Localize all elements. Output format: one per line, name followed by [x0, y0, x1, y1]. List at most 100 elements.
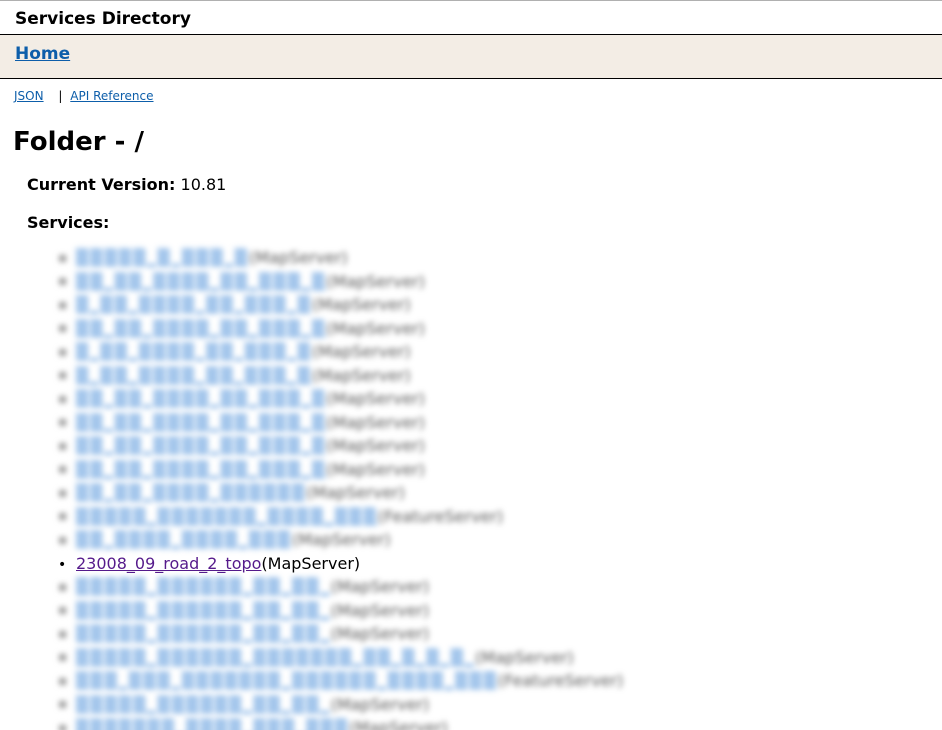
service-link[interactable]: ▒▒▒▒▒_▒▒▒▒▒▒▒_▒▒▒▒_▒▒▒ — [76, 507, 378, 526]
service-type: (MapServer) — [249, 248, 348, 268]
service-link[interactable]: ▒_▒▒_▒▒▒▒_▒▒_▒▒▒_▒ — [76, 342, 312, 361]
bullet-icon: ▪ — [58, 273, 68, 290]
redacted-service-entry: ▪ ▒▒_▒▒_▒▒▒▒_▒▒▒▒▒▒ (MapServer) — [58, 483, 405, 502]
bullet-icon: ▪ — [58, 719, 68, 730]
service-item: ▪ ▒▒_▒▒_▒▒▒▒_▒▒_▒▒▒_▒ (MapServer) — [58, 387, 942, 411]
service-link[interactable]: ▒_▒▒_▒▒▒▒_▒▒_▒▒▒_▒ — [76, 295, 312, 314]
service-item: ▪ ▒_▒▒_▒▒▒▒_▒▒_▒▒▒_▒ (MapServer) — [58, 340, 942, 364]
service-type: (FeatureServer) — [497, 671, 624, 691]
service-type: (MapServer) — [330, 624, 430, 644]
service-link[interactable]: ▒▒_▒▒_▒▒▒▒_▒▒_▒▒▒_▒ — [76, 413, 326, 432]
redacted-service-entry: ▪ ▒▒_▒▒▒▒_▒▒▒▒_▒▒▒ (MapServer) — [58, 530, 391, 549]
format-links: JSON | API Reference — [0, 79, 942, 103]
service-item: ▪ ▒_▒▒_▒▒▒▒_▒▒_▒▒▒_▒ (MapServer) — [58, 293, 942, 317]
bullet-icon: ▪ — [58, 249, 68, 266]
redacted-service-entry: ▪ ▒▒_▒▒_▒▒▒▒_▒▒_▒▒▒_▒ (MapServer) — [58, 272, 425, 291]
bullet-icon: • — [58, 556, 67, 573]
bullet-icon: ▪ — [58, 414, 68, 431]
current-version-label: Current Version: — [27, 175, 176, 194]
redacted-service-entry: ▪ ▒_▒▒_▒▒▒▒_▒▒_▒▒▒_▒ (MapServer) — [58, 366, 411, 385]
page-header-title: Services Directory — [15, 9, 191, 29]
service-item: ▪ ▒▒_▒▒_▒▒▒▒_▒▒▒▒▒▒ (MapServer) — [58, 481, 942, 505]
service-link[interactable]: ▒▒_▒▒_▒▒▒▒_▒▒_▒▒▒_▒ — [76, 272, 326, 291]
service-link[interactable]: ▒▒▒▒▒_▒_▒▒▒_▒ — [76, 248, 249, 267]
service-type: (MapServer) — [349, 718, 448, 730]
redacted-service-entry: ▪ ▒_▒▒_▒▒▒▒_▒▒_▒▒▒_▒ (MapServer) — [58, 342, 411, 361]
service-type: (MapServer) — [330, 600, 430, 620]
service-entry: • 23008_09_road_2_topo(MapServer) — [58, 554, 360, 573]
redacted-service-entry: ▪ ▒▒▒▒▒_▒▒▒▒▒▒_▒▒_▒▒_ (MapServer) — [58, 577, 429, 596]
service-link[interactable]: ▒▒_▒▒▒▒_▒▒▒▒_▒▒▒ — [76, 530, 292, 549]
page-title: Folder - / — [13, 127, 144, 157]
redacted-service-entry: ▪ ▒▒▒▒▒_▒_▒▒▒_▒ (MapServer) — [58, 248, 348, 267]
bullet-icon: ▪ — [58, 461, 68, 478]
service-item: ▪ ▒▒▒▒▒_▒▒▒▒▒▒_▒▒_▒▒_ (MapServer) — [58, 693, 942, 717]
service-type: (MapServer) — [330, 694, 430, 714]
redacted-service-entry: ▪ ▒▒▒_▒▒▒_▒▒▒▒▒▒▒_▒▒▒▒▒▒_▒▒▒▒_▒▒▒ (Feature… — [58, 671, 623, 690]
bullet-icon: ▪ — [58, 602, 68, 619]
service-item: ▪ ▒▒_▒▒_▒▒▒▒_▒▒_▒▒▒_▒ (MapServer) — [58, 270, 942, 294]
service-link[interactable]: ▒▒▒▒▒_▒▒▒▒▒▒_▒▒_▒▒_ — [76, 577, 331, 596]
service-link[interactable]: ▒▒▒_▒▒▒_▒▒▒▒▒▒▒_▒▒▒▒▒▒_▒▒▒▒_▒▒▒ — [76, 671, 498, 690]
service-link[interactable]: ▒▒_▒▒_▒▒▒▒_▒▒_▒▒▒_▒ — [76, 389, 326, 408]
json-link[interactable]: JSON — [14, 89, 44, 103]
bullet-icon: ▪ — [58, 320, 68, 337]
service-item: ▪ ▒▒_▒▒_▒▒▒▒_▒▒_▒▒▒_▒ (MapServer) — [58, 434, 942, 458]
bullet-icon: ▪ — [58, 649, 68, 666]
redacted-service-entry: ▪ ▒▒_▒▒_▒▒▒▒_▒▒_▒▒▒_▒ (MapServer) — [58, 413, 425, 432]
service-item: ▪ ▒▒▒▒▒_▒▒▒▒▒▒_▒▒_▒▒_ (MapServer) — [58, 575, 942, 599]
service-type: (MapServer) — [326, 389, 425, 409]
service-link[interactable]: ▒▒▒▒▒_▒▒▒▒▒▒_▒▒_▒▒_ — [76, 695, 331, 714]
service-type: (MapServer) — [311, 295, 411, 315]
service-item: ▪ ▒▒_▒▒▒▒_▒▒▒▒_▒▒▒ (MapServer) — [58, 528, 942, 552]
service-item: ▪ ▒_▒▒_▒▒▒▒_▒▒_▒▒▒_▒ (MapServer) — [58, 364, 942, 388]
service-link[interactable]: ▒▒_▒▒_▒▒▒▒_▒▒_▒▒▒_▒ — [76, 460, 326, 479]
service-type: (MapServer) — [306, 483, 405, 503]
bullet-icon: ▪ — [58, 343, 68, 360]
service-item: ▪ ▒▒▒▒▒_▒▒▒▒▒▒▒_▒▒▒▒_▒▒▒ (FeatureServer) — [58, 505, 942, 529]
service-link[interactable]: ▒▒_▒▒_▒▒▒▒_▒▒_▒▒▒_▒ — [76, 319, 326, 338]
bullet-icon: ▪ — [58, 390, 68, 407]
service-type: (MapServer) — [326, 436, 425, 456]
service-type: (MapServer) — [326, 412, 425, 432]
service-link[interactable]: ▒_▒▒_▒▒▒▒_▒▒_▒▒▒_▒ — [76, 366, 312, 385]
bullet-icon: ▪ — [58, 484, 68, 501]
service-type: (MapServer) — [311, 342, 411, 362]
service-type: (MapServer) — [326, 271, 425, 291]
service-item: • 23008_09_road_2_topo(MapServer) — [58, 552, 942, 576]
service-link[interactable]: ▒▒_▒▒_▒▒▒▒_▒▒_▒▒▒_▒ — [76, 436, 326, 455]
bullet-icon: ▪ — [58, 367, 68, 384]
service-item: ▪ ▒▒_▒▒_▒▒▒▒_▒▒_▒▒▒_▒ (MapServer) — [58, 317, 942, 341]
service-item: ▪ ▒▒_▒▒_▒▒▒▒_▒▒_▒▒▒_▒ (MapServer) — [58, 411, 942, 435]
redacted-service-entry: ▪ ▒▒_▒▒_▒▒▒▒_▒▒_▒▒▒_▒ (MapServer) — [58, 436, 425, 455]
redacted-service-entry: ▪ ▒▒▒▒▒_▒▒▒▒▒▒_▒▒_▒▒_ (MapServer) — [58, 695, 429, 714]
service-item: ▪ ▒▒▒▒▒_▒▒▒▒▒▒_▒▒▒▒▒▒▒_▒▒_▒_▒_▒_ (MapServe… — [58, 646, 942, 670]
redacted-service-entry: ▪ ▒▒_▒▒_▒▒▒▒_▒▒_▒▒▒_▒ (MapServer) — [58, 389, 425, 408]
bullet-icon: ▪ — [58, 672, 68, 689]
bullet-icon: ▪ — [58, 578, 68, 595]
service-item: ▪ ▒▒▒▒▒_▒_▒▒▒_▒ (MapServer) — [58, 246, 942, 270]
service-link[interactable]: ▒▒▒▒▒_▒▒▒▒▒▒_▒▒_▒▒_ — [76, 624, 331, 643]
bullet-icon: ▪ — [58, 437, 68, 454]
bullet-icon: ▪ — [58, 508, 68, 525]
service-type: (MapServer) — [261, 553, 361, 573]
service-link[interactable]: ▒▒▒▒▒▒▒_▒▒▒▒_▒▒▒_▒▒▒ — [76, 718, 349, 730]
link-separator: | — [58, 89, 63, 103]
service-link[interactable]: 23008_09_road_2_topo — [76, 554, 261, 573]
service-type: (MapServer) — [326, 318, 425, 338]
current-version-value: 10.81 — [180, 175, 227, 194]
redacted-service-entry: ▪ ▒▒_▒▒_▒▒▒▒_▒▒_▒▒▒_▒ (MapServer) — [58, 319, 425, 338]
service-link[interactable]: ▒▒_▒▒_▒▒▒▒_▒▒▒▒▒▒ — [76, 483, 306, 502]
api-reference-link[interactable]: API Reference — [70, 89, 153, 103]
redacted-service-entry: ▪ ▒▒▒▒▒_▒▒▒▒▒▒_▒▒▒▒▒▒▒_▒▒_▒_▒_▒_ (MapServe… — [58, 648, 574, 667]
bullet-icon: ▪ — [58, 625, 68, 642]
redacted-service-entry: ▪ ▒▒▒▒▒▒▒_▒▒▒▒_▒▒▒_▒▒▒ (MapServer) — [58, 718, 448, 730]
service-link[interactable]: ▒▒▒▒▒_▒▒▒▒▒▒_▒▒_▒▒_ — [76, 601, 331, 620]
bullet-icon: ▪ — [58, 531, 68, 548]
service-type: (MapServer) — [326, 459, 425, 479]
service-item: ▪ ▒▒_▒▒_▒▒▒▒_▒▒_▒▒▒_▒ (MapServer) — [58, 458, 942, 482]
nav-bar: Home — [0, 35, 942, 79]
service-item: ▪ ▒▒▒▒▒▒▒_▒▒▒▒_▒▒▒_▒▒▒ (MapServer) — [58, 716, 942, 730]
home-link[interactable]: Home — [15, 44, 70, 64]
service-link[interactable]: ▒▒▒▒▒_▒▒▒▒▒▒_▒▒▒▒▒▒▒_▒▒_▒_▒_▒_ — [76, 648, 475, 667]
